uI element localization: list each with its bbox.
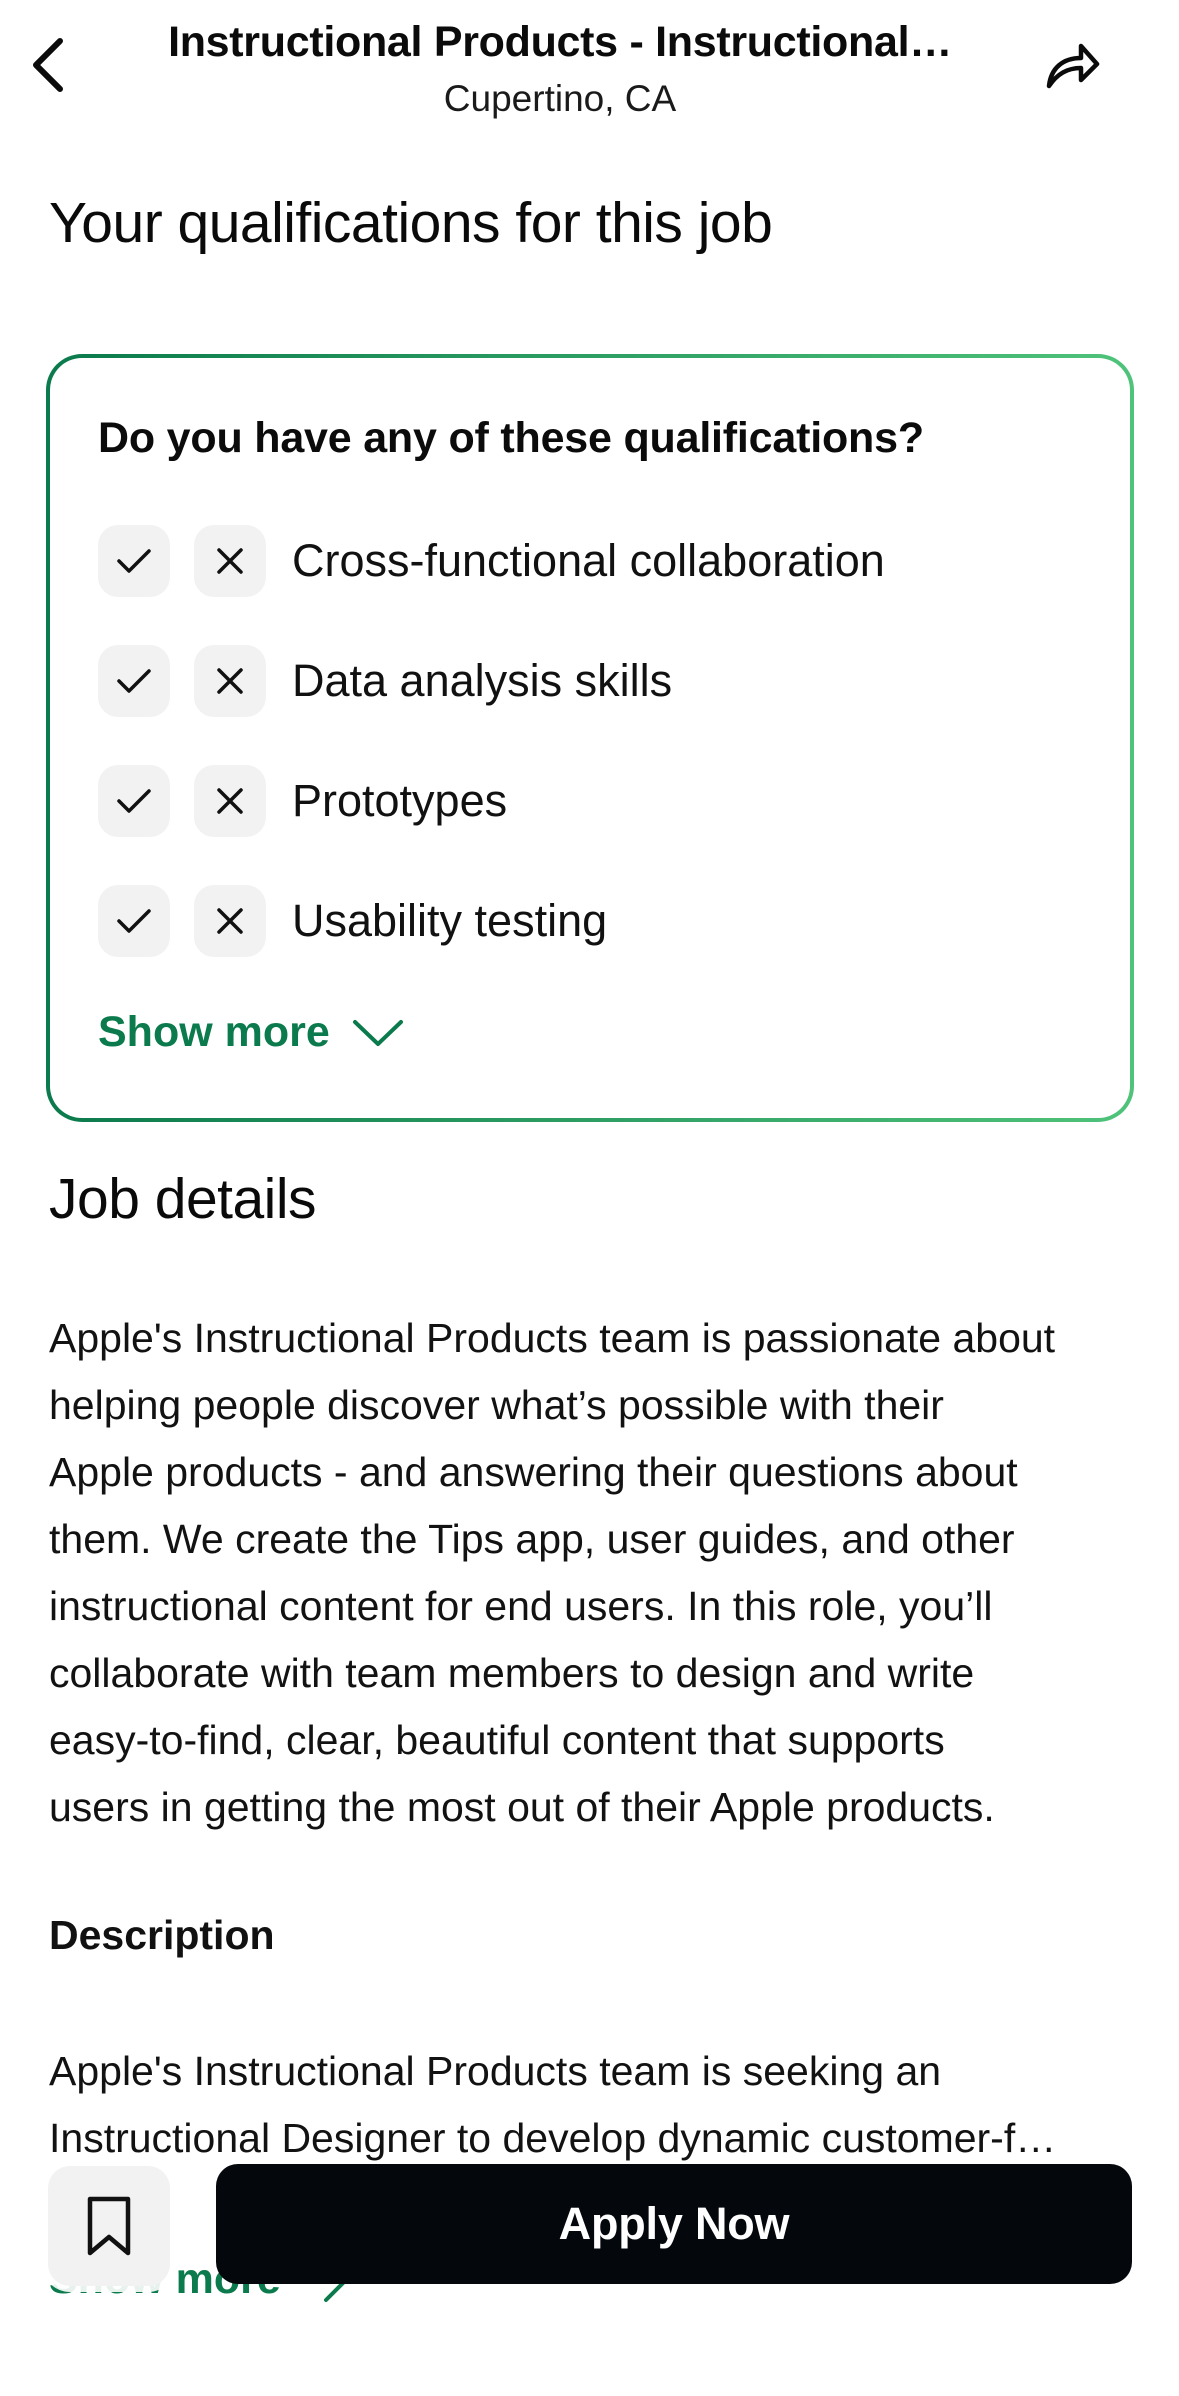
- summary-line: them. We create the Tips app, user guide…: [49, 1516, 1015, 1562]
- reject-qualification-button[interactable]: [194, 645, 266, 717]
- save-job-button[interactable]: [48, 2166, 170, 2286]
- summary-line: users in getting the most out of their A…: [49, 1784, 995, 1830]
- qualifications-show-more-button[interactable]: Show more: [98, 1008, 404, 1057]
- close-icon: [217, 668, 243, 694]
- description-line: Instructional Designer to develop dynami…: [49, 2115, 1057, 2161]
- summary-line: collaborate with team members to design …: [49, 1650, 975, 1696]
- confirm-qualification-button[interactable]: [98, 525, 170, 597]
- summary-line: Apple products - and answering their que…: [49, 1449, 1018, 1495]
- job-details-heading: Job details: [49, 1167, 317, 1231]
- job-summary: Apple's Instructional Products team is p…: [49, 1305, 1139, 1841]
- close-icon: [217, 908, 243, 934]
- summary-line: easy-to-find, clear, beautiful content t…: [49, 1717, 945, 1763]
- reject-qualification-button[interactable]: [194, 525, 266, 597]
- chevron-down-icon: [352, 1019, 403, 1046]
- back-button[interactable]: [18, 30, 78, 100]
- qualifications-question: Do you have any of these qualifications?: [98, 414, 924, 462]
- share-button[interactable]: [1040, 34, 1104, 98]
- reject-qualification-button[interactable]: [194, 885, 266, 957]
- qualification-label: Prototypes: [292, 775, 508, 826]
- description-line: Apple's Instructional Products team is s…: [49, 2048, 942, 2094]
- share-arrow-icon: [1046, 43, 1100, 89]
- description-text: Apple's Instructional Products team is s…: [49, 2038, 1139, 2172]
- job-location: Cupertino, CA: [443, 78, 677, 119]
- qualifications-card: Do you have any of these qualifications?…: [46, 354, 1134, 1122]
- summary-line: Apple's Instructional Products team is p…: [49, 1315, 1056, 1361]
- check-icon: [117, 909, 151, 933]
- summary-line: instructional content for end users. In …: [49, 1583, 993, 1629]
- close-icon: [217, 548, 243, 574]
- confirm-qualification-button[interactable]: [98, 645, 170, 717]
- check-icon: [117, 669, 151, 693]
- check-icon: [117, 789, 151, 813]
- qualifications-heading: Your qualifications for this job: [49, 191, 773, 255]
- chevron-left-icon: [33, 38, 63, 92]
- show-more-label: Show more: [98, 1008, 330, 1056]
- apply-now-button[interactable]: Apply Now: [216, 2164, 1132, 2284]
- confirm-qualification-button[interactable]: [98, 765, 170, 837]
- reject-qualification-button[interactable]: [194, 765, 266, 837]
- qualification-label: Cross-functional collaboration: [292, 535, 885, 586]
- qualification-label: Data analysis skills: [292, 655, 673, 706]
- summary-line: helping people discover what’s possible …: [49, 1382, 944, 1428]
- description-heading: Description: [49, 1912, 275, 1958]
- qualification-row: Usability testing: [98, 884, 607, 958]
- qualification-row: Prototypes: [98, 764, 507, 838]
- job-title: Instructional Products - Instructional…: [168, 18, 952, 66]
- qualification-label: Usability testing: [292, 895, 608, 946]
- close-icon: [217, 788, 243, 814]
- confirm-qualification-button[interactable]: [98, 885, 170, 957]
- check-icon: [117, 549, 151, 573]
- top-nav-bar: Instructional Products - Instructional… …: [0, 0, 1179, 135]
- bookmark-icon: [87, 2196, 131, 2256]
- qualification-row: Data analysis skills: [98, 644, 672, 718]
- qualification-row: Cross-functional collaboration: [98, 524, 885, 598]
